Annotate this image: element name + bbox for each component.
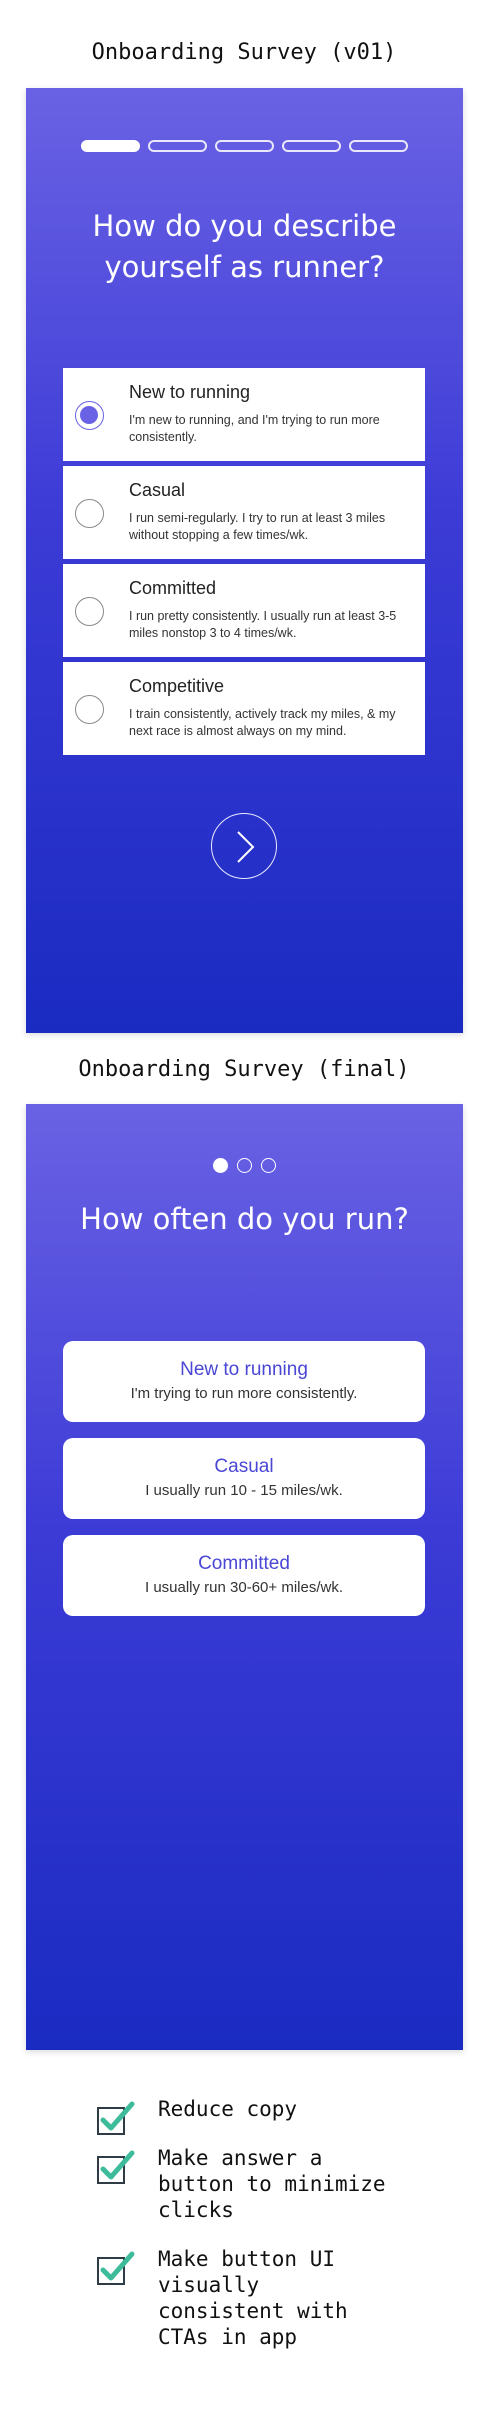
question-title: How often do you run? xyxy=(80,1202,409,1236)
onboarding-screen-final: How often do you run? New to running I'm… xyxy=(26,1104,463,2050)
answer-description: I train consistently, actively track my … xyxy=(129,707,396,738)
answer-description: I'm new to running, and I'm trying to ru… xyxy=(129,413,380,444)
answer-title: Committed xyxy=(198,1553,290,1574)
pager-dot xyxy=(237,1158,252,1173)
next-button[interactable] xyxy=(211,813,277,879)
checkbox-checked-icon xyxy=(97,2150,135,2184)
answer-title: Casual xyxy=(214,1456,274,1477)
pager-dot xyxy=(261,1158,276,1173)
question-title: How do you describe yourself as runner? xyxy=(92,209,397,284)
progress-segment xyxy=(215,140,274,152)
progress-segment xyxy=(81,140,140,152)
pager-dots xyxy=(213,1158,276,1173)
answer-button-casual[interactable]: Casual I usually run 10 - 15 miles/wk. xyxy=(63,1438,425,1519)
radio-unselected-icon[interactable] xyxy=(75,695,104,724)
checklist-text: Make answer a button to minimize clicks xyxy=(158,2146,386,2222)
answer-option-committed[interactable]: Committed I run pretty consistently. I u… xyxy=(63,564,425,657)
progress-indicator xyxy=(81,140,408,152)
answer-title: Casual xyxy=(129,480,186,500)
answer-title: New to running xyxy=(129,382,251,402)
answer-list: New to running I'm trying to run more co… xyxy=(63,1341,425,1632)
checklist-item: Make answer a button to minimize clicks xyxy=(96,2145,396,2223)
radio-unselected-icon[interactable] xyxy=(75,499,104,528)
chevron-right-icon xyxy=(237,831,255,863)
answer-title: Committed xyxy=(129,578,217,598)
caption-v01: Onboarding Survey (v01) xyxy=(91,40,397,65)
progress-segment xyxy=(349,140,408,152)
checklist-text: Reduce copy xyxy=(158,2097,298,2121)
checkbox-checked-icon xyxy=(97,2251,135,2285)
answer-button-committed[interactable]: Committed I usually run 30-60+ miles/wk. xyxy=(63,1535,425,1616)
answer-title: Competitive xyxy=(129,676,225,696)
radio-unselected-icon[interactable] xyxy=(75,597,104,626)
answer-description: I run pretty consistently. I usually run… xyxy=(129,609,397,640)
answer-list: New to running I'm new to running, and I… xyxy=(63,368,425,760)
radio-selected-icon[interactable] xyxy=(75,401,104,430)
answer-option-casual[interactable]: Casual I run semi-regularly. I try to ru… xyxy=(63,466,425,559)
checklist-item: Make button UI visually consistent with … xyxy=(96,2246,396,2350)
progress-segment xyxy=(148,140,207,152)
answer-description: I usually run 10 - 15 miles/wk. xyxy=(145,1482,343,1499)
checklist-text: Make button UI visually consistent with … xyxy=(158,2247,348,2349)
checklist-item: Reduce copy xyxy=(96,2096,396,2135)
checkbox-checked-icon xyxy=(97,2101,135,2135)
change-checklist: Reduce copy Make answer a button to mini… xyxy=(96,2096,396,2373)
answer-option-competitive[interactable]: Competitive I train consistently, active… xyxy=(63,662,425,755)
answer-button-new-to-running[interactable]: New to running I'm trying to run more co… xyxy=(63,1341,425,1422)
answer-description: I'm trying to run more consistently. xyxy=(130,1385,358,1402)
answer-option-new-to-running[interactable]: New to running I'm new to running, and I… xyxy=(63,368,425,461)
progress-segment xyxy=(282,140,341,152)
caption-final: Onboarding Survey (final) xyxy=(78,1057,410,1082)
onboarding-screen-v01: How do you describe yourself as runner? … xyxy=(26,88,463,1033)
answer-title: New to running xyxy=(180,1359,308,1380)
answer-description: I run semi-regularly. I try to run at le… xyxy=(129,511,386,542)
answer-description: I usually run 30-60+ miles/wk. xyxy=(144,1579,343,1596)
pager-dot xyxy=(213,1158,228,1173)
